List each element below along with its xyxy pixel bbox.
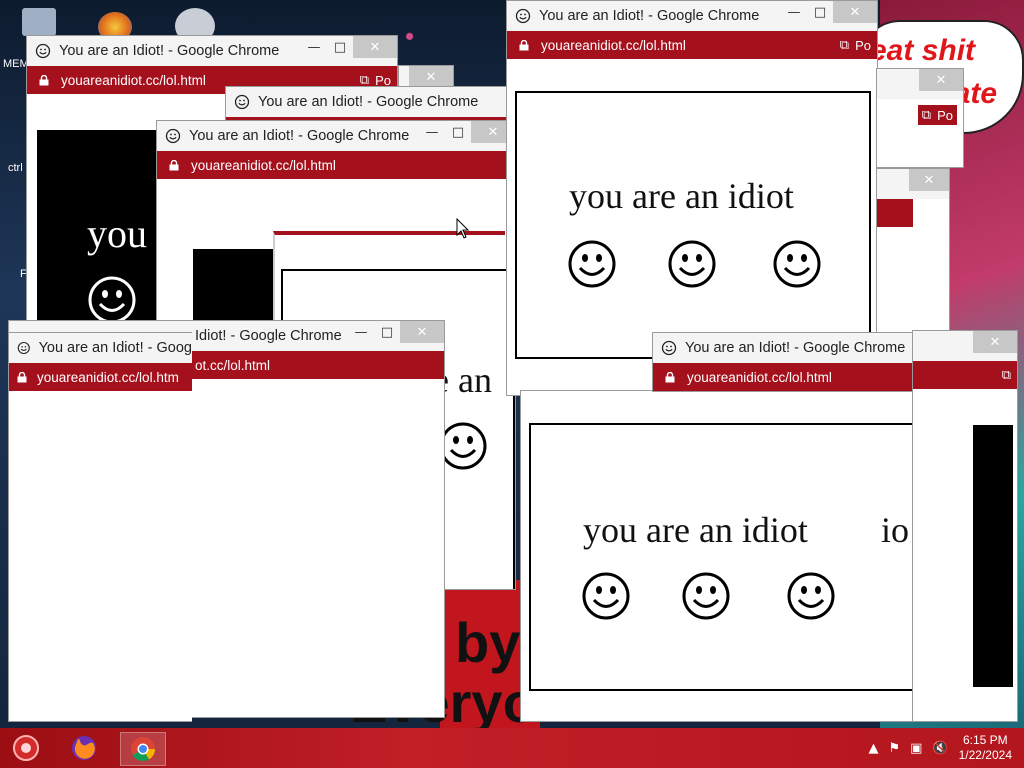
popup-blocked-icon[interactable]: ⧉ [1002, 367, 1011, 383]
close-button[interactable]: ✕ [409, 66, 453, 88]
maximize-button[interactable]: □ [807, 1, 833, 23]
window-title: You are an Idiot! - Google Chrome [189, 128, 410, 144]
title-bar[interactable]: You are an Idiot! - Google Chrome [226, 87, 514, 117]
popup-label: Po [937, 107, 953, 123]
taskbar-firefox-button[interactable] [62, 732, 106, 764]
maximize-button[interactable]: □ [374, 321, 400, 343]
action-center-flag-icon[interactable]: ⚑ [888, 741, 900, 756]
close-button[interactable]: ✕ [919, 69, 963, 91]
page-frame: you are an idiot io [529, 423, 965, 691]
page-message: you are an idiot [583, 510, 808, 550]
address-bar[interactable] [877, 199, 913, 227]
close-button[interactable]: ✕ [400, 321, 444, 343]
desktop-icon-label-mem[interactable]: MEM [3, 58, 29, 70]
clock[interactable]: 6:15 PM 1/22/2024 [959, 733, 1012, 763]
title-bar[interactable]: You are an Idiot! - Goog [9, 333, 192, 363]
address-bar[interactable]: youareanidiot.cc/lol.html [653, 363, 912, 391]
window-title: You are an Idiot! - Goog [38, 340, 192, 356]
url-text: youareanidiot.cc/lol.html [687, 369, 832, 385]
network-icon[interactable]: ▣ [910, 741, 922, 756]
lock-icon [39, 75, 49, 86]
smiley-icon [567, 239, 617, 289]
start-button[interactable] [4, 732, 48, 764]
address-bar[interactable]: ⧉ Po [877, 99, 963, 127]
maximize-button[interactable]: □ [327, 36, 353, 58]
url-text: youareanidiot.cc/lol.html [541, 37, 686, 53]
minimize-button[interactable]: — [301, 36, 327, 58]
smiley-icon [681, 571, 731, 621]
minimize-button[interactable]: — [348, 321, 374, 343]
chrome-icon [131, 737, 155, 762]
smiley-icon [786, 571, 836, 621]
system-tray: ▲ ⚑ ▣ 🔇 6:15 PM 1/22/2024 [868, 732, 1012, 764]
close-button[interactable]: ✕ [973, 331, 1017, 353]
smiley-icon [87, 275, 137, 325]
smiley-favicon-icon [661, 340, 677, 356]
show-hidden-icons-icon[interactable]: ▲ [868, 741, 878, 756]
smiley-favicon-icon [234, 94, 250, 110]
browser-window-g[interactable]: ✕ ⧉ Po [876, 68, 964, 168]
url-text: youareanidiot.cc/lol.html [61, 72, 206, 88]
title-bar[interactable]: You are an Idiot! - Google Chrome [653, 333, 912, 363]
browser-window-j[interactable]: ✕ ⧉ [912, 330, 1018, 722]
popup-blocked-icon: ⧉ [921, 107, 932, 122]
title-bar[interactable]: You are an Idiot! - Google Chrome — □ ✕ [507, 1, 877, 31]
close-button[interactable]: ✕ [909, 169, 949, 191]
taskbar: ▲ ⚑ ▣ 🔇 6:15 PM 1/22/2024 [0, 728, 1024, 768]
window-title: You are an Idiot! - Google Chrome [539, 8, 760, 24]
window-title: You are an Idiot! - Google Chrome [685, 340, 906, 356]
volume-muted-icon[interactable]: 🔇 [932, 741, 948, 756]
title-bar[interactable]: You are an Idiot! - Google Chrome — □ ✕ [157, 121, 515, 151]
browser-window-k[interactable]: You are an Idiot! - Google Chrome youare… [652, 332, 912, 392]
address-bar[interactable]: youareanidiot.cc/lol.htm [9, 363, 192, 391]
lock-icon [17, 372, 27, 383]
browser-window-i[interactable]: you are an idiot io [520, 390, 972, 722]
address-bar[interactable]: ⧉ [913, 361, 1017, 389]
title-bar[interactable]: You are an Idiot! - Google Chrome — □ ✕ [27, 36, 397, 66]
page-frame: you are an idiot [515, 91, 871, 359]
lock-icon [519, 40, 529, 51]
mouse-cursor-icon [456, 218, 470, 239]
lock-icon [169, 160, 179, 171]
minimize-button[interactable]: — [419, 121, 445, 143]
black-page-pane [973, 425, 1013, 687]
clock-date: 1/22/2024 [958, 748, 1012, 762]
smiley-icon [438, 421, 488, 471]
address-bar[interactable]: youareanidiot.cc/lol.html ⧉ Po [507, 31, 877, 59]
popup-label: Po [855, 37, 871, 53]
clock-time: 6:15 PM [962, 733, 1008, 747]
smiley-icon [772, 239, 822, 289]
smiley-favicon-icon [165, 128, 181, 144]
smiley-favicon-icon [17, 340, 31, 356]
popup-blocked-indicator[interactable]: ⧉ Po [840, 37, 871, 53]
maximize-button[interactable]: □ [445, 121, 471, 143]
smiley-favicon-icon [35, 43, 51, 59]
page-message: you [87, 211, 147, 256]
lock-icon [665, 372, 675, 383]
recycle-bin-icon[interactable] [22, 8, 56, 36]
url-text: youareanidiot.cc/lol.html [191, 157, 336, 173]
smiley-icon [667, 239, 717, 289]
bubble-text-1: eat shit [870, 34, 976, 67]
smiley-icon [581, 571, 631, 621]
url-text: youareanidiot.cc/lol.htm [37, 369, 179, 385]
page-message: you are an idiot [569, 176, 794, 216]
page-message-fragment: io [881, 510, 910, 550]
taskbar-chrome-button[interactable] [120, 732, 166, 766]
window-title: You are an Idiot! - Google Chrome [59, 43, 280, 59]
address-bar[interactable]: youareanidiot.cc/lol.html [157, 151, 515, 179]
start-orb-icon [13, 735, 39, 761]
desktop-icon-label-ctrl[interactable]: ctrl [8, 162, 23, 174]
url-text-right: ot.cc/lol.html [195, 357, 271, 373]
popup-blocked-indicator[interactable]: ⧉ Po [917, 105, 957, 125]
browser-window-e[interactable]: You are an Idiot! - Goog youareanidiot.c… [8, 332, 192, 722]
smiley-favicon-icon [515, 8, 531, 24]
minimize-button[interactable]: — [781, 1, 807, 23]
close-button[interactable]: ✕ [833, 1, 877, 23]
close-button[interactable]: ✕ [353, 36, 397, 58]
window-title: You are an Idiot! - Google Chrome [258, 94, 479, 110]
firefox-icon [72, 736, 96, 760]
window-title-right: Idiot! - Google Chrome [195, 328, 342, 344]
popup-blocked-icon: ⧉ [839, 37, 850, 52]
